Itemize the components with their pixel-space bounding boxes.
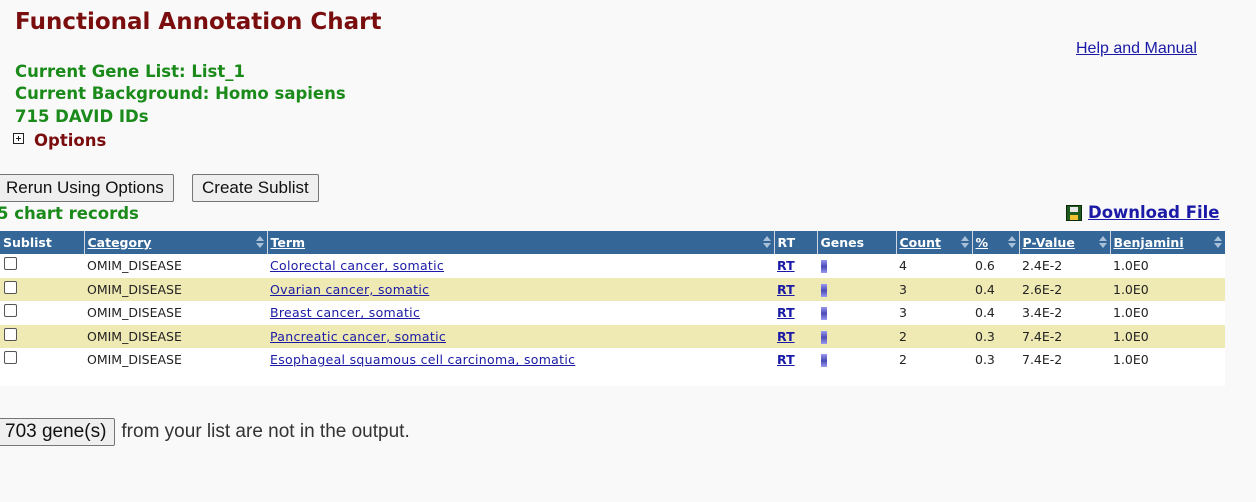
benjamini-cell: 1.0E0: [1113, 305, 1149, 321]
row-select-checkbox[interactable]: [4, 257, 17, 271]
sort-arrows-icon[interactable]: [255, 236, 264, 249]
col-category-label[interactable]: Category: [88, 235, 152, 250]
gene-bar-icon[interactable]: [821, 260, 827, 274]
pvalue-cell: 7.4E-2: [1022, 352, 1063, 368]
benjamini-cell: 1.0E0: [1113, 352, 1149, 368]
count-cell: 4: [899, 258, 907, 274]
count-cell: 2: [896, 324, 972, 348]
col-term[interactable]: Term: [266, 231, 774, 254]
rerun-options-button[interactable]: Rerun Using Options: [0, 174, 174, 202]
term-link[interactable]: Pancreatic cancer, somatic: [270, 329, 446, 344]
col-count-label[interactable]: Count: [900, 235, 942, 250]
pvalue-cell: 3.4E-2: [1022, 305, 1063, 321]
pvalue-cell: 2.4E-2: [1022, 258, 1063, 274]
percent-cell: 0.4: [975, 305, 995, 321]
table-row: OMIM_DISEASE Esophageal squamous cell ca…: [0, 348, 1225, 372]
row-select-checkbox[interactable]: [4, 351, 17, 365]
percent-cell: 0.3: [975, 352, 995, 368]
row-select-checkbox[interactable]: [4, 304, 17, 318]
sort-arrows-icon[interactable]: [762, 236, 771, 249]
table-header-row: Sublist Category Term RT Genes Count % P…: [0, 231, 1225, 254]
download-file-link[interactable]: Download File: [1066, 203, 1219, 222]
col-genes-label: Genes: [820, 235, 865, 250]
table-row: OMIM_DISEASE Colorectal cancer, somatic …: [0, 254, 1225, 278]
col-rt: RT: [773, 231, 817, 254]
col-rt-label: RT: [777, 235, 796, 250]
current-gene-list: Current Gene List: List_1: [15, 62, 245, 81]
rt-link[interactable]: RT: [777, 305, 795, 320]
col-pvalue-label[interactable]: P-Value: [1023, 235, 1075, 250]
gene-bar-icon[interactable]: [821, 354, 827, 368]
benjamini-cell: 1.0E0: [1110, 277, 1225, 301]
table-row: OMIM_DISEASE Pancreatic cancer, somatic …: [0, 324, 1225, 348]
unmapped-genes-button[interactable]: 703 gene(s): [0, 418, 116, 446]
term-link[interactable]: Colorectal cancer, somatic: [270, 258, 444, 273]
table-row: OMIM_DISEASE Ovarian cancer, somatic RT …: [0, 277, 1225, 301]
count-cell: 2: [899, 352, 907, 368]
benjamini-cell: 1.0E0: [1113, 258, 1149, 274]
sort-arrows-icon[interactable]: [1214, 236, 1222, 249]
category-cell: OMIM_DISEASE: [87, 352, 182, 368]
david-id-count: 715 DAVID IDs: [15, 107, 149, 126]
unmapped-genes-line: 703 gene(s) from your list are not in th…: [0, 418, 410, 446]
col-count[interactable]: Count: [895, 231, 972, 254]
annotation-table-container: Sublist Category Term RT Genes Count % P…: [0, 231, 1225, 386]
rt-link[interactable]: RT: [777, 352, 795, 367]
current-background: Current Background: Homo sapiens: [15, 84, 346, 103]
category-cell: OMIM_DISEASE: [87, 258, 182, 274]
percent-cell: 0.3: [972, 324, 1019, 348]
table-row: OMIM_DISEASE Breast cancer, somatic RT 3…: [0, 301, 1225, 325]
sort-arrows-icon[interactable]: [1098, 236, 1107, 249]
sort-arrows-icon[interactable]: [1007, 236, 1016, 249]
col-percent-label[interactable]: %: [976, 235, 989, 250]
category-cell: OMIM_DISEASE: [84, 324, 267, 348]
term-link[interactable]: Breast cancer, somatic: [270, 305, 420, 320]
col-sublist-label: Sublist: [3, 235, 52, 250]
rt-link[interactable]: RT: [777, 282, 795, 297]
gene-bar-icon[interactable]: [821, 283, 827, 297]
col-sublist: Sublist: [0, 231, 84, 254]
page-title: Functional Annotation Chart: [15, 9, 382, 35]
benjamini-cell: 1.0E0: [1110, 324, 1225, 348]
annotation-table: Sublist Category Term RT Genes Count % P…: [0, 231, 1225, 372]
help-manual-link[interactable]: Help and Manual: [1076, 40, 1197, 58]
count-cell: 3: [896, 277, 972, 301]
category-cell: OMIM_DISEASE: [84, 277, 267, 301]
col-genes: Genes: [816, 231, 896, 254]
col-percent[interactable]: %: [971, 231, 1019, 254]
count-cell: 3: [899, 305, 907, 321]
term-link[interactable]: Esophageal squamous cell carcinoma, soma…: [270, 352, 575, 367]
gene-bar-icon[interactable]: [821, 307, 827, 321]
download-file-label[interactable]: Download File: [1088, 203, 1219, 222]
row-select-checkbox[interactable]: [4, 327, 17, 341]
col-benjamini[interactable]: Benjamini: [1109, 231, 1225, 254]
col-category[interactable]: Category: [83, 231, 267, 254]
col-term-label[interactable]: Term: [271, 235, 306, 250]
rt-link[interactable]: RT: [777, 329, 795, 344]
floppy-disk-icon: [1066, 204, 1082, 221]
sort-arrows-icon[interactable]: [960, 236, 969, 249]
col-benjamini-label[interactable]: Benjamini: [1114, 235, 1184, 250]
chart-records-count: 5 chart records: [0, 204, 139, 223]
pvalue-cell: 7.4E-2: [1019, 324, 1110, 348]
options-toggle[interactable]: Options: [34, 131, 106, 150]
percent-cell: 0.4: [972, 277, 1019, 301]
col-pvalue[interactable]: P-Value: [1018, 231, 1110, 254]
create-sublist-button[interactable]: Create Sublist: [192, 174, 319, 202]
gene-bar-icon[interactable]: [821, 330, 827, 344]
plus-box-icon[interactable]: [13, 133, 24, 144]
row-select-checkbox[interactable]: [4, 280, 17, 294]
unmapped-genes-text: from your list are not in the output.: [121, 421, 410, 442]
term-link[interactable]: Ovarian cancer, somatic: [270, 282, 429, 297]
category-cell: OMIM_DISEASE: [87, 305, 182, 321]
pvalue-cell: 2.6E-2: [1019, 277, 1110, 301]
percent-cell: 0.6: [975, 258, 995, 274]
rt-link[interactable]: RT: [777, 258, 795, 273]
